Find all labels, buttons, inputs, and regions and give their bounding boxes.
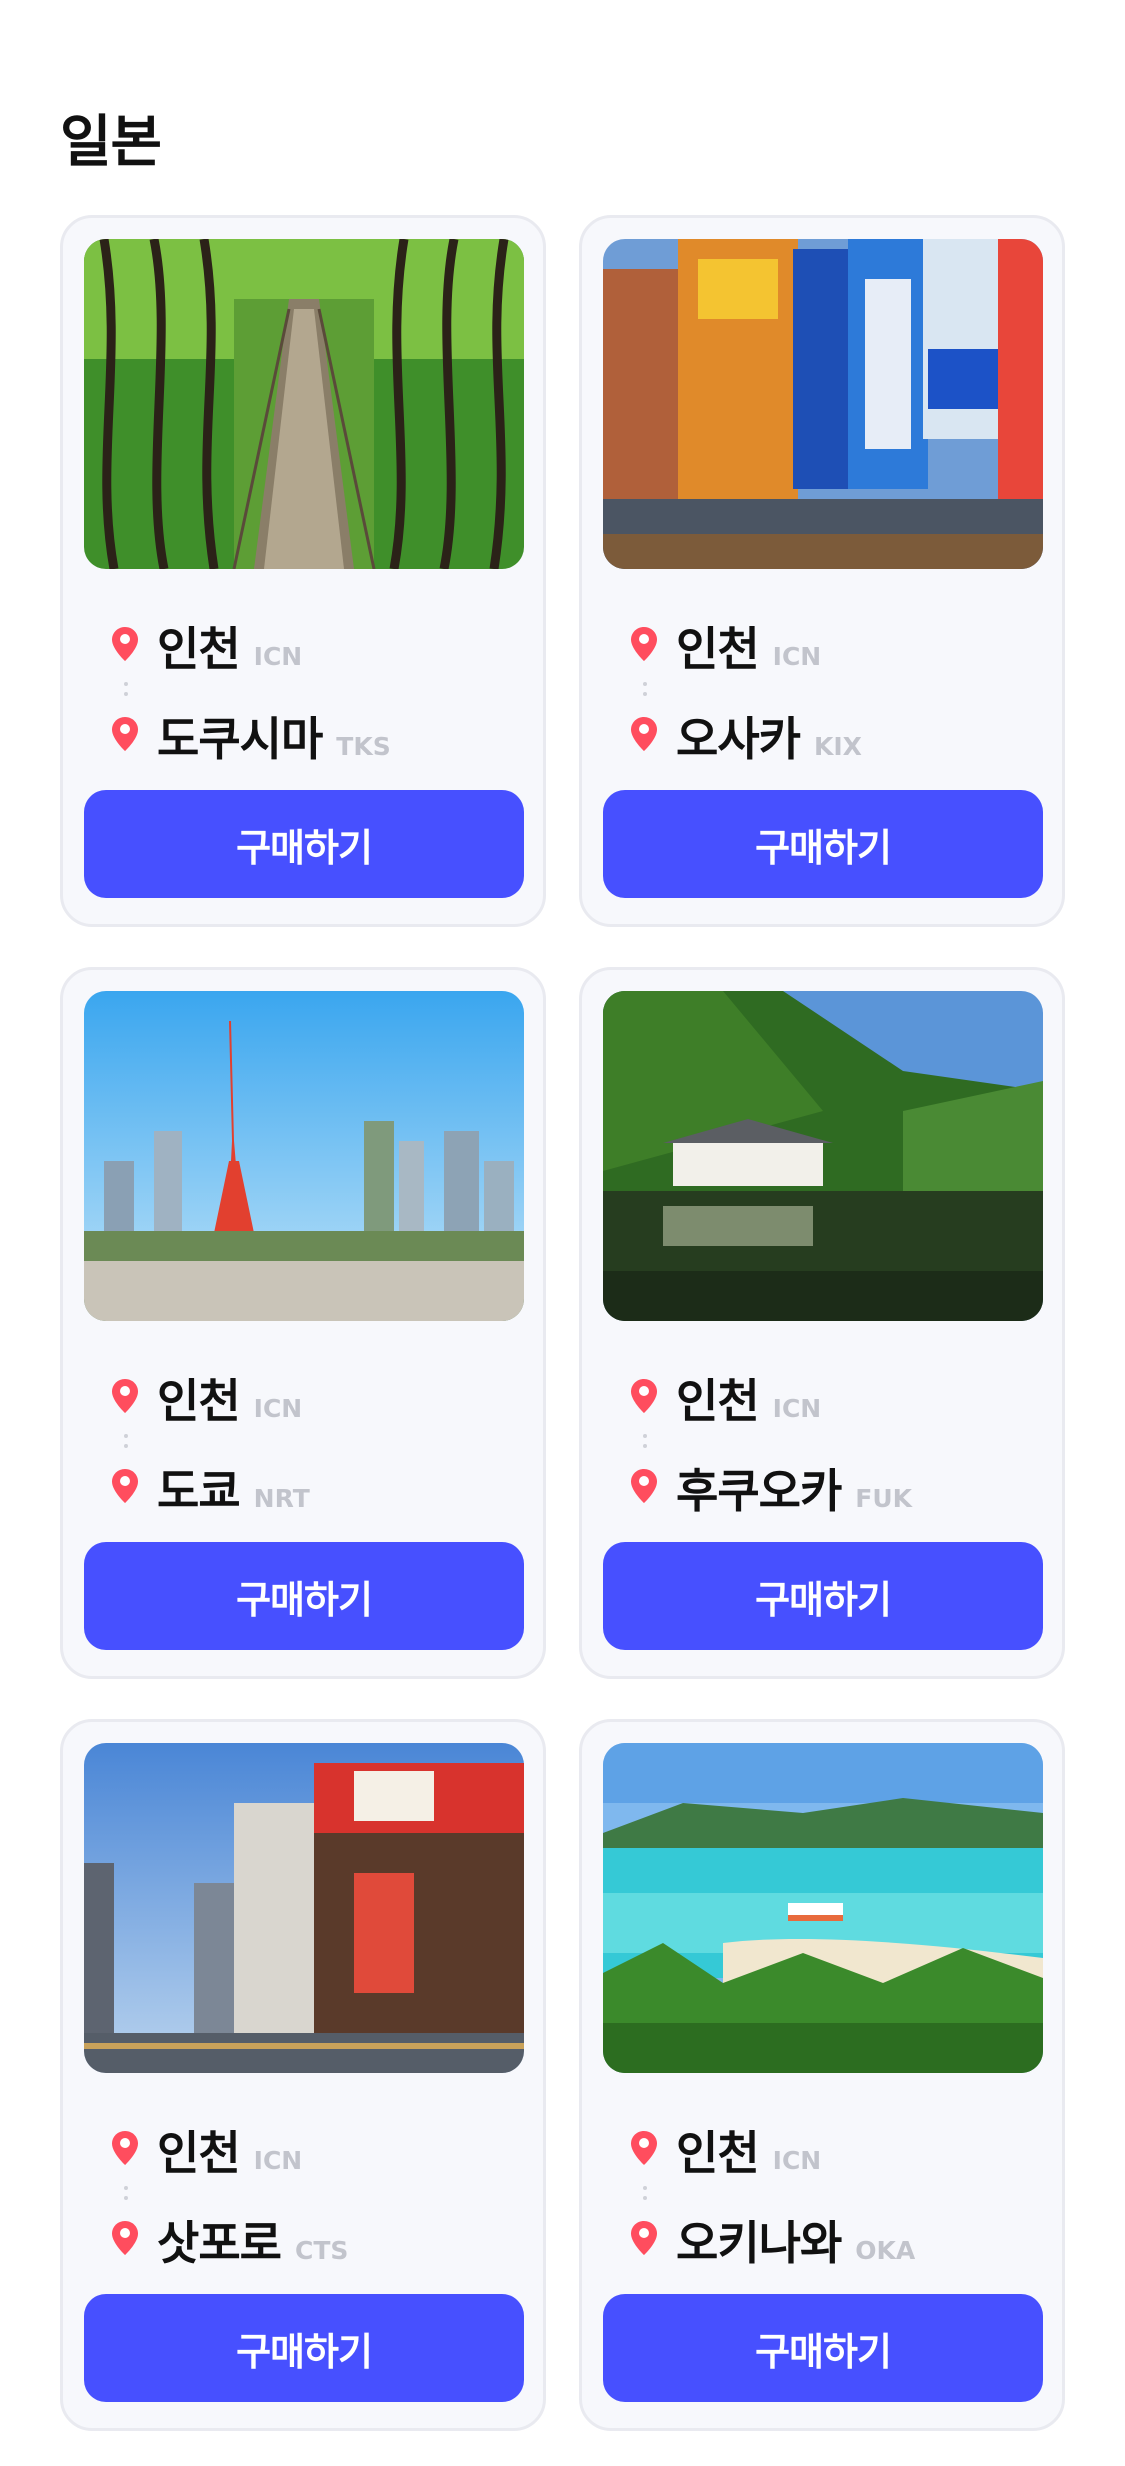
tropical-beach-photo <box>603 1743 1043 2073</box>
origin-row: 인천 ICN <box>630 613 1030 676</box>
location-pin-icon <box>111 2130 139 2166</box>
destination-card-tokushima[interactable]: 인천 ICN 도쿠시마 TKS 구매하기 <box>60 215 546 927</box>
location-pin-icon <box>630 1468 658 1504</box>
city-intersection-photo <box>84 1743 524 2073</box>
route-dots <box>124 2179 511 2207</box>
destination-grid: 인천 ICN 도쿠시마 TKS 구매하기 인천 ICN 오사카 KIX 구매하기… <box>60 215 1065 2431</box>
lake-forest-photo <box>603 991 1043 1321</box>
route-dots <box>643 675 1030 703</box>
route-dots <box>643 1427 1030 1455</box>
destination-code: OKA <box>855 2236 916 2265</box>
buy-button[interactable]: 구매하기 <box>603 1542 1043 1650</box>
origin-code: ICN <box>253 1394 303 1423</box>
location-pin-icon <box>630 716 658 752</box>
location-pin-icon <box>630 2220 658 2256</box>
destination-row: 후쿠오카 FUK <box>630 1455 1030 1518</box>
destination-row: 오사카 KIX <box>630 703 1030 766</box>
flight-route: 인천 ICN 도쿠시마 TKS <box>111 613 511 766</box>
route-dots <box>124 1427 511 1455</box>
origin-city: 인천 <box>157 622 241 676</box>
flight-route: 인천 ICN 삿포로 CTS <box>111 2117 511 2270</box>
buy-button[interactable]: 구매하기 <box>84 1542 524 1650</box>
destination-city: 오키나와 <box>676 2216 842 2270</box>
destination-card-osaka[interactable]: 인천 ICN 오사카 KIX 구매하기 <box>579 215 1065 927</box>
origin-city: 인천 <box>157 1374 241 1428</box>
flight-route: 인천 ICN 오사카 KIX <box>630 613 1030 766</box>
buy-button[interactable]: 구매하기 <box>603 2294 1043 2402</box>
origin-row: 인천 ICN <box>111 613 511 676</box>
origin-code: ICN <box>253 2146 303 2175</box>
origin-city: 인천 <box>676 622 760 676</box>
origin-code: ICN <box>772 1394 822 1423</box>
origin-row: 인천 ICN <box>630 2117 1030 2180</box>
destination-row: 오키나와 OKA <box>630 2207 1030 2270</box>
buy-button[interactable]: 구매하기 <box>84 790 524 898</box>
destination-city: 도쿄 <box>157 1464 241 1518</box>
origin-row: 인천 ICN <box>630 1365 1030 1428</box>
destination-city: 삿포로 <box>157 2216 282 2270</box>
destination-code: CTS <box>294 2236 349 2265</box>
destination-city: 후쿠오카 <box>676 1464 842 1518</box>
buy-button[interactable]: 구매하기 <box>603 790 1043 898</box>
tokyo-tower-photo <box>84 991 524 1321</box>
origin-code: ICN <box>253 642 303 671</box>
buy-button[interactable]: 구매하기 <box>84 2294 524 2402</box>
destination-row: 도쿄 NRT <box>111 1455 511 1518</box>
bridge-forest-photo <box>84 239 524 569</box>
location-pin-icon <box>630 1378 658 1414</box>
destination-card-okinawa[interactable]: 인천 ICN 오키나와 OKA 구매하기 <box>579 1719 1065 2431</box>
location-pin-icon <box>111 1468 139 1504</box>
destination-city: 도쿠시마 <box>157 712 323 766</box>
destination-code: FUK <box>855 1484 913 1513</box>
location-pin-icon <box>630 626 658 662</box>
origin-code: ICN <box>772 2146 822 2175</box>
route-dots <box>124 675 511 703</box>
location-pin-icon <box>111 1378 139 1414</box>
origin-city: 인천 <box>157 2126 241 2180</box>
location-pin-icon <box>111 626 139 662</box>
origin-code: ICN <box>772 642 822 671</box>
location-pin-icon <box>630 2130 658 2166</box>
origin-row: 인천 ICN <box>111 1365 511 1428</box>
city-billboards-photo <box>603 239 1043 569</box>
destination-row: 삿포로 CTS <box>111 2207 511 2270</box>
flight-route: 인천 ICN 오키나와 OKA <box>630 2117 1030 2270</box>
destination-code: NRT <box>253 1484 310 1513</box>
destination-code: TKS <box>336 732 391 761</box>
destination-card-sapporo[interactable]: 인천 ICN 삿포로 CTS 구매하기 <box>60 1719 546 2431</box>
location-pin-icon <box>111 716 139 752</box>
destination-city: 오사카 <box>676 712 801 766</box>
flight-route: 인천 ICN 도쿄 NRT <box>111 1365 511 1518</box>
destination-card-tokyo[interactable]: 인천 ICN 도쿄 NRT 구매하기 <box>60 967 546 1679</box>
page-title: 일본 <box>60 110 162 175</box>
route-dots <box>643 2179 1030 2207</box>
flight-route: 인천 ICN 후쿠오카 FUK <box>630 1365 1030 1518</box>
destination-row: 도쿠시마 TKS <box>111 703 511 766</box>
location-pin-icon <box>111 2220 139 2256</box>
origin-row: 인천 ICN <box>111 2117 511 2180</box>
destination-card-fukuoka[interactable]: 인천 ICN 후쿠오카 FUK 구매하기 <box>579 967 1065 1679</box>
origin-city: 인천 <box>676 1374 760 1428</box>
origin-city: 인천 <box>676 2126 760 2180</box>
destination-code: KIX <box>813 732 862 761</box>
page: 일본 인천 ICN 도쿠시마 TKS 구매하기 인천 ICN 오사카 KIX 구… <box>0 0 1125 2466</box>
